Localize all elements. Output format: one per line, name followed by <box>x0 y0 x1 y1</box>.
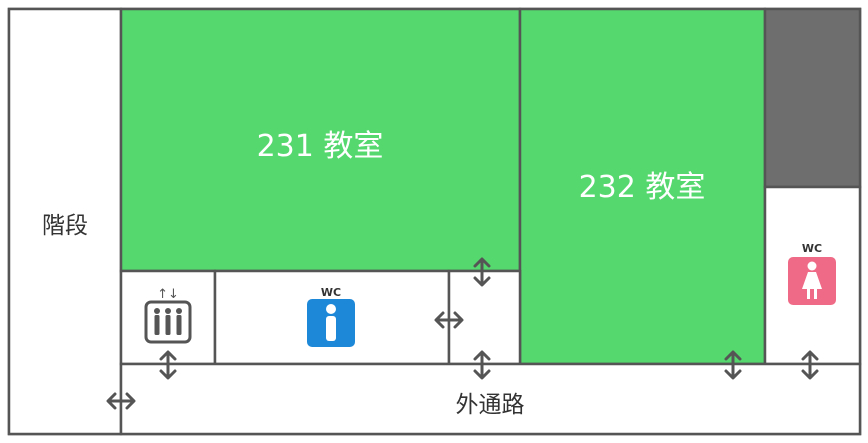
accessible-wc-label: WC <box>321 286 341 299</box>
women-wc-label: WC <box>802 242 822 255</box>
stairs-label: 階段 <box>42 213 88 239</box>
floor-map: 階段 231 教室 232 教室 外通路 ↑↓ WC WC <box>7 7 862 436</box>
classroom-232-label: 232 教室 <box>579 170 706 205</box>
classroom-231-label: 231 教室 <box>257 129 384 164</box>
blocked-area <box>763 7 862 189</box>
elevator-arrows-icon: ↑↓ <box>157 287 179 302</box>
outer-corridor-label: 外通路 <box>456 392 525 418</box>
